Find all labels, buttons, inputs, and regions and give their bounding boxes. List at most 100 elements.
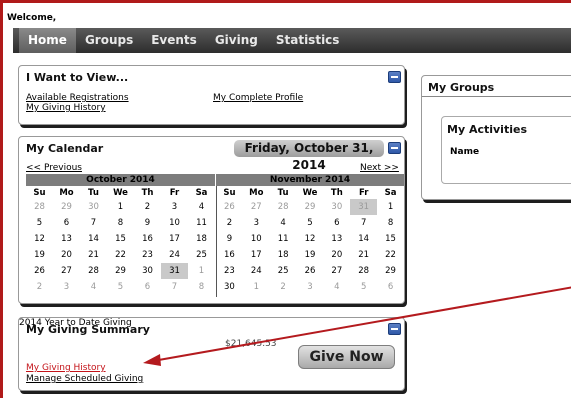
calendar-day[interactable]: 23 (134, 247, 161, 263)
calendar-day[interactable]: 8 (377, 215, 404, 231)
nav-statistics[interactable]: Statistics (267, 28, 349, 53)
calendar-day[interactable]: 1 (377, 199, 404, 215)
calendar-day[interactable]: 11 (270, 231, 297, 247)
calendar-day[interactable]: 25 (270, 263, 297, 279)
calendar-day[interactable]: 3 (297, 279, 324, 295)
calendar-day[interactable]: 1 (243, 279, 270, 295)
calendar-day[interactable]: 4 (270, 215, 297, 231)
calendar-day[interactable]: 13 (323, 231, 350, 247)
calendar-day[interactable]: 12 (26, 231, 53, 247)
calendar-day[interactable]: 27 (53, 263, 80, 279)
calendar-day[interactable]: 30 (134, 263, 161, 279)
calendar-day[interactable]: 26 (26, 263, 53, 279)
calendar-day[interactable]: 5 (297, 215, 324, 231)
calendar-day[interactable]: 30 (323, 199, 350, 215)
calendar-day[interactable]: 25 (188, 247, 215, 263)
calendar-day[interactable]: 17 (161, 231, 188, 247)
calendar-day[interactable]: 30 (216, 279, 243, 295)
calendar-day[interactable]: 21 (350, 247, 377, 263)
calendar-day[interactable]: 2 (26, 279, 53, 295)
calendar-day[interactable]: 6 (323, 215, 350, 231)
nav-giving[interactable]: Giving (206, 28, 267, 53)
calendar-day[interactable]: 4 (188, 199, 215, 215)
calendar-day[interactable]: 1 (107, 199, 134, 215)
calendar-day[interactable]: 31 (161, 263, 188, 279)
calendar-day[interactable]: 3 (243, 215, 270, 231)
my-giving-history-link[interactable]: My Giving History (26, 103, 106, 113)
calendar-day[interactable]: 14 (350, 231, 377, 247)
calendar-day[interactable]: 15 (107, 231, 134, 247)
calendar-day[interactable]: 30 (80, 199, 107, 215)
calendar-day[interactable]: 26 (216, 199, 243, 215)
calendar-day[interactable]: 28 (270, 199, 297, 215)
nav-groups[interactable]: Groups (76, 28, 142, 53)
calendar-day[interactable]: 15 (377, 231, 404, 247)
minimize-icon[interactable] (388, 71, 401, 83)
calendar-day[interactable]: 6 (377, 279, 404, 295)
calendar-day[interactable]: 24 (161, 247, 188, 263)
calendar-next-link[interactable]: Next >> (360, 163, 399, 173)
calendar-day[interactable]: 8 (188, 279, 215, 295)
calendar-day[interactable]: 16 (134, 231, 161, 247)
calendar-day[interactable]: 21 (80, 247, 107, 263)
calendar-day[interactable]: 27 (323, 263, 350, 279)
calendar-day[interactable]: 9 (134, 215, 161, 231)
give-now-button[interactable]: Give Now (298, 345, 395, 369)
calendar-day[interactable]: 19 (297, 247, 324, 263)
calendar-day[interactable]: 3 (53, 279, 80, 295)
calendar-day[interactable]: 5 (26, 215, 53, 231)
calendar-day[interactable]: 2 (216, 215, 243, 231)
calendar-day[interactable]: 17 (243, 247, 270, 263)
minimize-icon[interactable] (388, 142, 401, 154)
calendar-day[interactable]: 6 (134, 279, 161, 295)
calendar-day[interactable]: 20 (323, 247, 350, 263)
calendar-day[interactable]: 1 (188, 263, 215, 279)
calendar-day[interactable]: 4 (80, 279, 107, 295)
calendar-day[interactable]: 26 (297, 263, 324, 279)
calendar-day[interactable]: 22 (107, 247, 134, 263)
calendar-day[interactable]: 29 (297, 199, 324, 215)
my-complete-profile-link[interactable]: My Complete Profile (213, 93, 303, 103)
calendar-day[interactable]: 7 (80, 215, 107, 231)
calendar-day[interactable]: 4 (323, 279, 350, 295)
calendar-day[interactable]: 28 (26, 199, 53, 215)
calendar-day[interactable]: 7 (161, 279, 188, 295)
calendar-day[interactable]: 28 (80, 263, 107, 279)
calendar-day[interactable]: 28 (350, 263, 377, 279)
calendar-day[interactable]: 29 (53, 199, 80, 215)
minimize-icon[interactable] (388, 323, 401, 335)
calendar-day[interactable]: 24 (243, 263, 270, 279)
calendar-day[interactable]: 3 (161, 199, 188, 215)
calendar-day[interactable]: 6 (53, 215, 80, 231)
calendar-day[interactable]: 2 (270, 279, 297, 295)
nav-home[interactable]: Home (19, 28, 76, 53)
calendar-day[interactable]: 13 (53, 231, 80, 247)
calendar-day[interactable]: 27 (243, 199, 270, 215)
calendar-day[interactable]: 20 (53, 247, 80, 263)
calendar-day[interactable]: 2 (134, 199, 161, 215)
my-giving-history-link[interactable]: My Giving History (26, 363, 106, 373)
calendar-day[interactable]: 11 (188, 215, 215, 231)
calendar-previous-link[interactable]: << Previous (26, 163, 82, 173)
calendar-day[interactable]: 23 (216, 263, 243, 279)
nav-events[interactable]: Events (142, 28, 206, 53)
calendar-day[interactable]: 29 (107, 263, 134, 279)
calendar-day[interactable]: 10 (161, 215, 188, 231)
calendar-day[interactable]: 18 (188, 231, 215, 247)
calendar-day[interactable]: 18 (270, 247, 297, 263)
manage-scheduled-giving-link[interactable]: Manage Scheduled Giving (26, 374, 143, 384)
calendar-day[interactable]: 22 (377, 247, 404, 263)
calendar-day[interactable]: 9 (216, 231, 243, 247)
calendar-day[interactable]: 8 (107, 215, 134, 231)
calendar-day[interactable]: 14 (80, 231, 107, 247)
calendar-day[interactable]: 16 (216, 247, 243, 263)
calendar-day[interactable]: 19 (26, 247, 53, 263)
calendar-day[interactable]: 29 (377, 263, 404, 279)
calendar-day[interactable]: 10 (243, 231, 270, 247)
calendar-day[interactable]: 5 (350, 279, 377, 295)
calendar-day[interactable]: 12 (297, 231, 324, 247)
calendar-day[interactable]: 5 (107, 279, 134, 295)
available-registrations-link[interactable]: Available Registrations (26, 93, 129, 103)
calendar-day[interactable]: 31 (350, 199, 378, 215)
calendar-day[interactable]: 7 (350, 215, 377, 231)
